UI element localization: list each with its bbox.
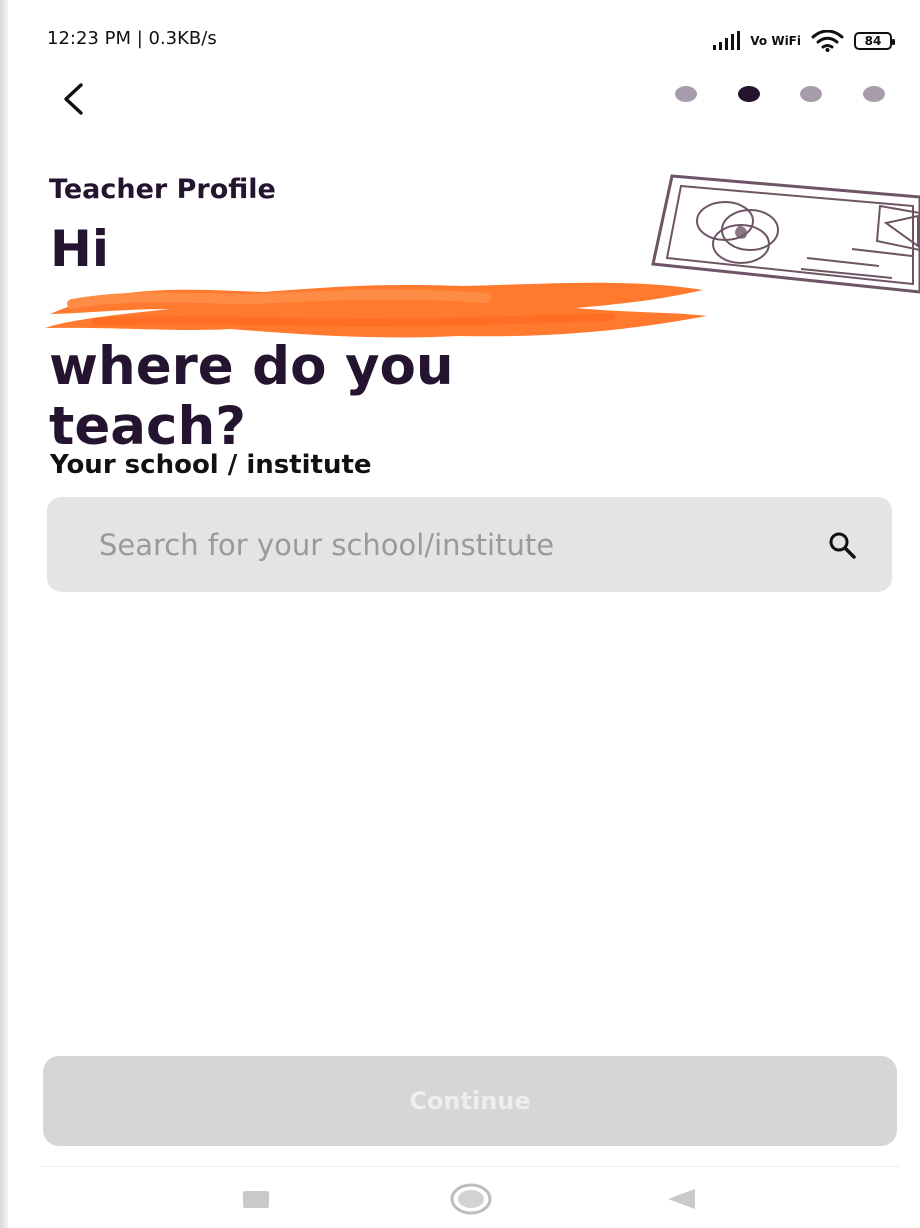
screen-edge [0, 0, 8, 1228]
status-icons: Vo WiFi 84 [712, 29, 895, 53]
continue-button[interactable]: Continue [43, 1056, 897, 1146]
greeting-heading: Hi [50, 220, 109, 278]
progress-step-2-active [737, 86, 760, 102]
battery-percent: 84 [864, 34, 882, 48]
status-time-speed: 12:23 PM | 0.3KB/s [47, 28, 217, 49]
system-nav-separator [40, 1166, 900, 1167]
teacher-profile-label: Teacher Profile [49, 174, 276, 205]
signal-bars-icon [713, 31, 741, 50]
wifi-icon [811, 30, 844, 52]
progress-step-1 [675, 86, 697, 102]
question-line-1: where do you [49, 336, 454, 397]
school-search-placeholder: Search for your school/institute [99, 528, 555, 562]
back-button[interactable] [54, 78, 92, 120]
system-navigation-bar [0, 1170, 920, 1228]
recent-apps-icon[interactable] [243, 1191, 269, 1208]
status-bar: 12:23 PM | 0.3KB/s Vo WiFi 84 [47, 27, 895, 55]
home-icon[interactable] [450, 1183, 492, 1215]
redaction-overlay [45, 282, 707, 338]
progress-steps [675, 86, 885, 102]
vowifi-text: Vo WiFi [750, 34, 801, 48]
chevron-left-icon [64, 83, 83, 115]
back-icon[interactable] [666, 1187, 696, 1211]
progress-step-4 [862, 86, 885, 102]
school-field-label: Your school / institute [50, 450, 372, 480]
vowifi-icon: Vo WiFi [750, 34, 801, 48]
battery-icon: 84 [854, 32, 895, 50]
school-search-input[interactable]: Search for your school/institute [47, 497, 892, 592]
search-icon[interactable] [827, 530, 857, 560]
progress-step-3 [800, 86, 823, 102]
